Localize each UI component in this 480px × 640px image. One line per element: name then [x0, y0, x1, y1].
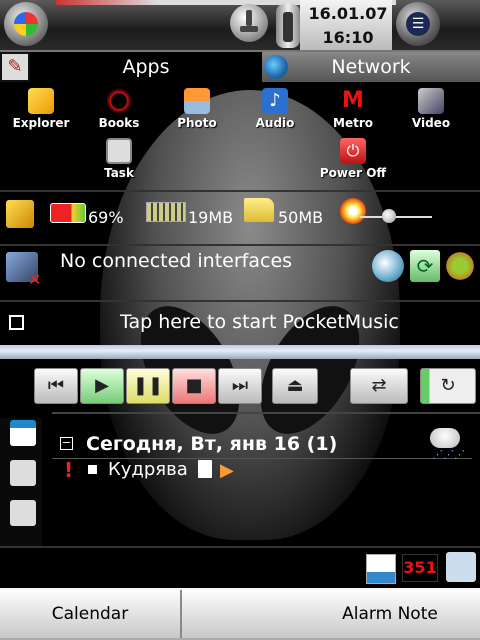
divider [52, 412, 480, 414]
start-menu-button[interactable] [4, 2, 48, 46]
app-power-off[interactable]: ⏻ Power Off [308, 138, 398, 180]
divider [0, 244, 480, 246]
play-button[interactable]: ▶ [80, 368, 124, 404]
tab-apps[interactable]: Apps [30, 52, 262, 82]
app-audio[interactable]: ♪ Audio [230, 88, 320, 130]
windows-logo-icon [14, 12, 38, 36]
shuffle-toggle[interactable]: ↻ [420, 368, 476, 404]
priority-high-icon: ! [64, 458, 74, 482]
books-icon [106, 88, 132, 114]
softkey-spacer [181, 590, 301, 638]
globe-icon [264, 55, 288, 79]
notes-icon[interactable] [10, 500, 36, 526]
connect-icon[interactable] [372, 250, 404, 282]
storage-free: 50MB [278, 208, 324, 227]
softkey-left-calendar[interactable]: Calendar [0, 590, 181, 638]
battery-icon[interactable] [50, 203, 86, 223]
divider [0, 300, 480, 302]
app-label: Photo [177, 116, 217, 130]
memory-chip-icon[interactable] [146, 202, 186, 222]
app-label: Metro [333, 116, 373, 130]
volume-base [240, 26, 258, 32]
network-status[interactable]: No connected interfaces [60, 250, 292, 272]
task-bullet-icon [88, 465, 97, 474]
music-checkbox[interactable] [9, 315, 24, 330]
explorer-icon [28, 88, 54, 114]
audio-icon: ♪ [262, 88, 288, 114]
next-track-button[interactable]: ⏭ [218, 368, 262, 404]
collapse-icon[interactable]: − [60, 437, 73, 450]
note-icon [198, 460, 212, 478]
tab-bar: Apps Network [0, 52, 480, 82]
brightness-slider-knob[interactable] [381, 209, 396, 223]
softkey-right-alarm-note[interactable]: Alarm Note [300, 590, 480, 638]
refresh-icon[interactable]: ⟳ [410, 250, 440, 282]
previous-track-button[interactable]: ⏮ [34, 368, 78, 404]
signal-bar [283, 12, 293, 42]
app-label: Audio [255, 116, 295, 130]
weather-cloud-icon [430, 428, 460, 448]
divider [0, 546, 480, 548]
menu-button[interactable]: ☰ [396, 2, 440, 46]
recurring-icon: ▶ [220, 460, 234, 481]
brightness-icon [340, 198, 366, 224]
time-display: 16:10 [322, 28, 374, 47]
calendar-icon[interactable] [10, 420, 36, 446]
brightness-slider[interactable] [360, 216, 432, 218]
date-display: 16.01.07 [308, 4, 388, 23]
eject-button[interactable]: ⏏ [272, 368, 318, 404]
battery-level: 69% [88, 208, 124, 227]
stop-button[interactable]: ■ [172, 368, 216, 404]
message-count-badge[interactable]: 351 [402, 554, 438, 582]
video-icon [418, 88, 444, 114]
rain-drops: ⋰⋰⋰ [432, 448, 465, 461]
app-books[interactable]: Books [74, 88, 164, 130]
contacts-icon[interactable] [366, 554, 396, 584]
file-settings-icon[interactable] [6, 200, 34, 228]
app-label: Task [104, 166, 134, 180]
signal-strength-icon[interactable] [276, 4, 300, 48]
agenda-heading[interactable]: Сегодня, Вт, янв 16 (1) [86, 433, 337, 455]
task-icon [106, 138, 132, 164]
wireless-icon[interactable] [446, 552, 476, 582]
settings-gears-icon[interactable] [444, 250, 476, 282]
tab-network[interactable]: Network [262, 52, 480, 82]
divider [0, 190, 480, 192]
app-label: Books [98, 116, 140, 130]
agenda-item[interactable]: Кудрява [108, 459, 188, 480]
app-photo[interactable]: Photo [152, 88, 242, 130]
volume-icon[interactable] [230, 4, 268, 42]
memory-free: 19MB [188, 208, 234, 227]
tasks-icon[interactable] [10, 460, 36, 486]
storage-folder-icon[interactable] [244, 198, 274, 222]
list-menu-icon: ☰ [406, 12, 430, 36]
repeat-button[interactable]: ⇄ [350, 368, 408, 404]
track-progress-bar[interactable] [0, 345, 480, 359]
app-label: Power Off [319, 166, 387, 180]
pause-button[interactable]: ❚❚ [126, 368, 170, 404]
app-video[interactable]: Video [386, 88, 476, 130]
edit-notes-icon[interactable]: ✎ [2, 54, 28, 80]
app-task[interactable]: Task [74, 138, 164, 180]
app-metro[interactable]: M Metro [308, 88, 398, 130]
metro-icon: M [342, 88, 364, 113]
power-off-icon: ⏻ [340, 138, 366, 164]
volume-knob [246, 10, 252, 26]
photo-icon [184, 88, 210, 114]
app-label: Video [411, 116, 451, 130]
pocketmusic-prompt[interactable]: Tap here to start PocketMusic [120, 311, 399, 333]
error-x-icon: ✕ [28, 270, 42, 289]
